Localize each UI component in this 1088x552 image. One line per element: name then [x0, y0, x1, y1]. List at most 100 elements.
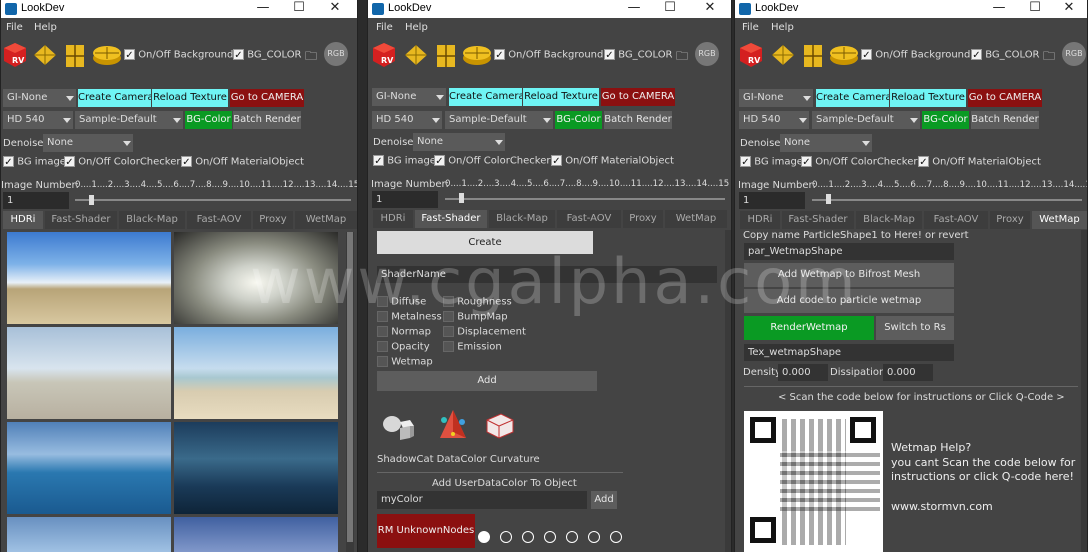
tab-fast-aov[interactable]: Fast-AOV: [187, 211, 251, 229]
image-slider-knob[interactable]: [826, 194, 831, 204]
image-number-field[interactable]: 1: [3, 192, 69, 209]
materialobject-checkbox[interactable]: ✓: [918, 156, 929, 168]
displacement-toggle[interactable]: Displacement: [443, 326, 526, 338]
opacity-checkbox[interactable]: [377, 341, 388, 352]
menu-file[interactable]: File: [6, 22, 23, 33]
tab-fast-shader[interactable]: Fast-Shader: [415, 210, 487, 228]
tab-fast-shader[interactable]: Fast-Shader: [782, 211, 854, 229]
folder-icon[interactable]: 🗀: [1043, 47, 1055, 68]
shadowcat-icon[interactable]: [380, 408, 416, 442]
carousel-dot[interactable]: [566, 531, 578, 543]
colorchecker-checkbox[interactable]: ✓: [434, 155, 445, 167]
batch-render-button[interactable]: Batch Render: [604, 111, 672, 129]
menu-help[interactable]: Help: [405, 22, 428, 33]
minimize-icon[interactable]: —: [245, 0, 281, 18]
datacolor-icon[interactable]: [436, 408, 470, 442]
denoise-select[interactable]: None: [43, 134, 133, 152]
denoise-select[interactable]: None: [413, 133, 505, 151]
materialobject-toggle[interactable]: ✓ On/Off MaterialObject: [181, 156, 304, 168]
colorchecker-checkbox[interactable]: ✓: [64, 156, 75, 168]
carousel-dot[interactable]: [478, 531, 490, 543]
bg-color-toggle[interactable]: ✓ BG_COLOR: [604, 49, 673, 61]
normap-toggle[interactable]: Normap: [377, 326, 431, 338]
colorchecker-toggle[interactable]: ✓ On/Off ColorChecker: [64, 156, 180, 168]
image-slider-knob[interactable]: [459, 193, 464, 203]
qr-code-image[interactable]: [744, 411, 883, 552]
image-slider[interactable]: [812, 199, 1082, 201]
menu-file[interactable]: File: [742, 22, 759, 33]
tab-fast-aov[interactable]: Fast-AOV: [924, 211, 988, 229]
image-slider[interactable]: [445, 198, 725, 200]
bg-color-checkbox[interactable]: ✓: [971, 49, 982, 61]
bg-color-button[interactable]: BG-Color: [185, 111, 232, 129]
image-slider-knob[interactable]: [89, 195, 94, 205]
carousel-dot[interactable]: [610, 531, 622, 543]
add-userdata-button[interactable]: Add: [591, 491, 617, 509]
tab-black-map[interactable]: Black-Map: [856, 211, 922, 229]
curvature-icon[interactable]: [481, 410, 517, 440]
close-icon[interactable]: ✕: [317, 0, 353, 18]
tab-hdri[interactable]: HDRi: [740, 211, 780, 229]
tab-proxy[interactable]: Proxy: [990, 211, 1030, 229]
minimize-icon[interactable]: —: [981, 0, 1017, 18]
hdri-thumbnail[interactable]: [174, 422, 338, 514]
gi-select[interactable]: GI-None: [739, 89, 813, 107]
menu-help[interactable]: Help: [34, 22, 57, 33]
bg-image-toggle[interactable]: ✓ BG image: [3, 156, 66, 168]
resolution-select[interactable]: HD 540: [739, 111, 809, 129]
bg-toggle-checkbox[interactable]: ✓: [861, 49, 872, 61]
tab-wetmap[interactable]: WetMap: [665, 210, 727, 228]
tab-hdri[interactable]: HDRi: [3, 211, 43, 229]
rm-unknown-nodes-button[interactable]: RM UnknownNodes: [377, 514, 475, 548]
hdri-thumbnail[interactable]: [7, 422, 171, 514]
bg-color-button[interactable]: BG-Color: [922, 111, 969, 129]
hdri-thumbnail[interactable]: [7, 232, 171, 324]
materialobject-toggle[interactable]: ✓ On/Off MaterialObject: [551, 155, 674, 167]
colorchecker-toggle[interactable]: ✓ On/Off ColorChecker: [801, 156, 917, 168]
colorchecker-toggle[interactable]: ✓ On/Off ColorChecker: [434, 155, 550, 167]
sample-select[interactable]: Sample-Default: [445, 111, 553, 129]
resolution-select[interactable]: HD 540: [372, 111, 442, 129]
bg-color-checkbox[interactable]: ✓: [604, 49, 615, 61]
minimize-icon[interactable]: —: [616, 0, 652, 18]
wetmap-checkbox[interactable]: [377, 356, 388, 367]
hdri-thumbnail[interactable]: [174, 517, 338, 552]
bg-toggle[interactable]: ✓ On/Off Background: [124, 49, 233, 61]
folder-icon[interactable]: 🗀: [305, 47, 317, 68]
bg-toggle[interactable]: ✓ On/Off Background: [861, 49, 970, 61]
normap-checkbox[interactable]: [377, 326, 388, 337]
goto-camera-button[interactable]: Go to CAMERA: [230, 89, 304, 107]
bg-color-toggle[interactable]: ✓ BG_COLOR: [971, 49, 1040, 61]
maximize-icon[interactable]: ☐: [1017, 0, 1053, 18]
gi-select[interactable]: GI-None: [372, 88, 446, 106]
diamond-icon[interactable]: [33, 44, 57, 66]
bg-image-toggle[interactable]: ✓ BG image: [740, 156, 803, 168]
maximize-icon[interactable]: ☐: [652, 0, 688, 18]
menu-file[interactable]: File: [376, 22, 393, 33]
grid-panel-icon[interactable]: [65, 44, 85, 68]
image-number-field[interactable]: 1: [739, 192, 805, 209]
render-wetmap-button[interactable]: RenderWetmap: [744, 316, 874, 340]
tab-wetmap[interactable]: WetMap: [1032, 211, 1087, 229]
bg-color-toggle[interactable]: ✓ BG_COLOR: [233, 49, 302, 61]
goto-camera-button[interactable]: Go to CAMERA: [968, 89, 1042, 107]
sample-select[interactable]: Sample-Default: [75, 111, 183, 129]
bg-color-checkbox[interactable]: ✓: [233, 49, 244, 61]
rgb-button[interactable]: RGB: [1062, 42, 1086, 66]
maximize-icon[interactable]: ☐: [281, 0, 317, 18]
resolution-select[interactable]: HD 540: [3, 111, 73, 129]
bg-toggle[interactable]: ✓ On/Off Background: [494, 49, 603, 61]
disc-icon[interactable]: [829, 44, 859, 66]
bg-color-button[interactable]: BG-Color: [555, 111, 602, 129]
tab-black-map[interactable]: Black-Map: [119, 211, 185, 229]
bg-toggle-checkbox[interactable]: ✓: [124, 49, 135, 61]
tab-wetmap[interactable]: WetMap: [295, 211, 357, 229]
bg-image-checkbox[interactable]: ✓: [740, 156, 751, 168]
rgb-button[interactable]: RGB: [324, 42, 348, 66]
wetmap-toggle[interactable]: Wetmap: [377, 356, 433, 368]
colorchecker-checkbox[interactable]: ✓: [801, 156, 812, 168]
density-field[interactable]: 0.000: [778, 364, 828, 381]
diamond-icon[interactable]: [771, 44, 795, 66]
switch-rs-button[interactable]: Switch to Rs: [876, 316, 954, 340]
panel-scrollbar[interactable]: [1081, 230, 1087, 552]
